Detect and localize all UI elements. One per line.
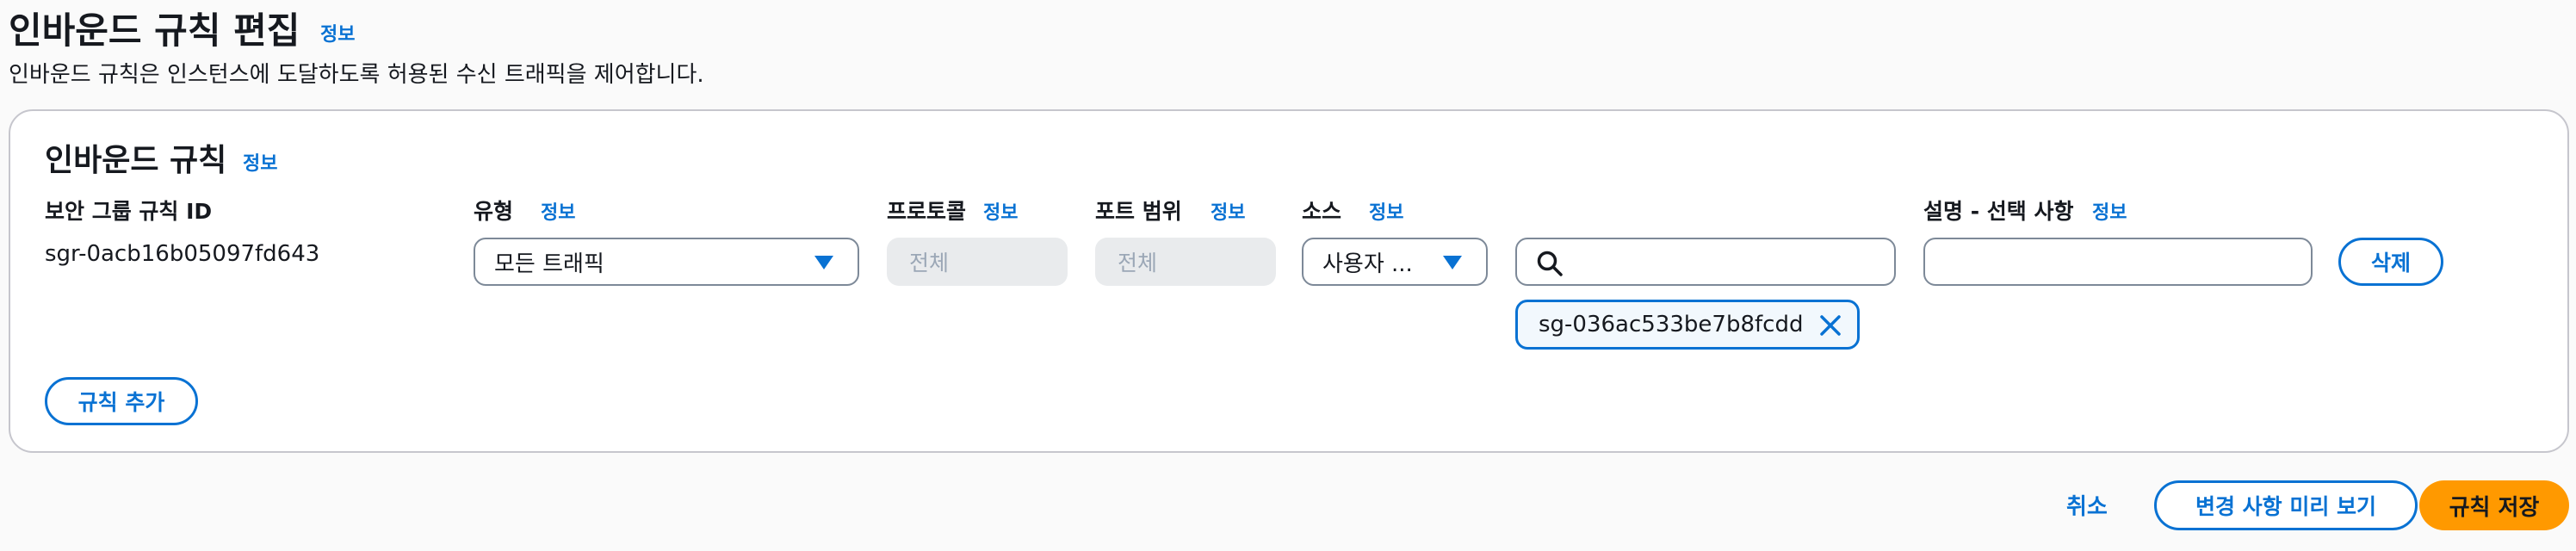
source-select-value: 사용자 ... (1322, 251, 1413, 277)
port-range-value: 전체 (1118, 251, 1158, 276)
column-description: 설명 - 선택 사항 (1923, 199, 2074, 224)
description-input[interactable] (1923, 238, 2313, 286)
panel-title: 인바운드 규칙 (45, 143, 227, 178)
search-icon (1537, 251, 1563, 276)
panel-info-link[interactable]: 정보 (243, 148, 277, 176)
source-info-link[interactable]: 정보 (1369, 197, 1403, 225)
port-range-input: 전체 (1095, 238, 1276, 286)
column-type: 유형 (474, 199, 514, 224)
column-protocol: 프로토콜 (887, 199, 967, 224)
port-range-info-link[interactable]: 정보 (1211, 197, 1245, 225)
page-description: 인바운드 규칙은 인스턴스에 도달하도록 허용된 수신 트래픽을 제어합니다. (9, 62, 704, 88)
preview-changes-button[interactable]: 변경 사항 미리 보기 (2154, 480, 2418, 530)
column-source: 소스 (1302, 199, 1342, 224)
type-select-value: 모든 트래픽 (494, 251, 604, 277)
close-icon[interactable] (1819, 314, 1842, 337)
add-rule-button[interactable]: 규칙 추가 (45, 377, 198, 425)
page-info-link[interactable]: 정보 (320, 19, 355, 46)
protocol-value: 전체 (909, 251, 950, 276)
column-port-range: 포트 범위 (1095, 199, 1182, 224)
source-token: sg-036ac533be7b8fcdd (1515, 300, 1860, 350)
cancel-button[interactable]: 취소 (2066, 489, 2108, 521)
rule-id: sgr-0acb16b05097fd643 (45, 241, 320, 267)
save-rules-button[interactable]: 규칙 저장 (2419, 480, 2569, 530)
delete-rule-button[interactable]: 삭제 (2338, 238, 2443, 286)
protocol-info-link[interactable]: 정보 (983, 197, 1018, 225)
source-token-label: sg-036ac533be7b8fcdd (1539, 312, 1804, 337)
protocol-input: 전체 (887, 238, 1068, 286)
caret-down-icon (1443, 256, 1462, 269)
type-info-link[interactable]: 정보 (541, 197, 575, 225)
source-select[interactable]: 사용자 ... (1302, 238, 1488, 286)
type-select[interactable]: 모든 트래픽 (474, 238, 859, 286)
caret-down-icon (814, 256, 833, 269)
column-rule-id: 보안 그룹 규칙 ID (45, 199, 213, 224)
description-info-link[interactable]: 정보 (2092, 197, 2127, 225)
page-title: 인바운드 규칙 편집 (9, 9, 300, 52)
source-search-input[interactable] (1515, 238, 1896, 286)
